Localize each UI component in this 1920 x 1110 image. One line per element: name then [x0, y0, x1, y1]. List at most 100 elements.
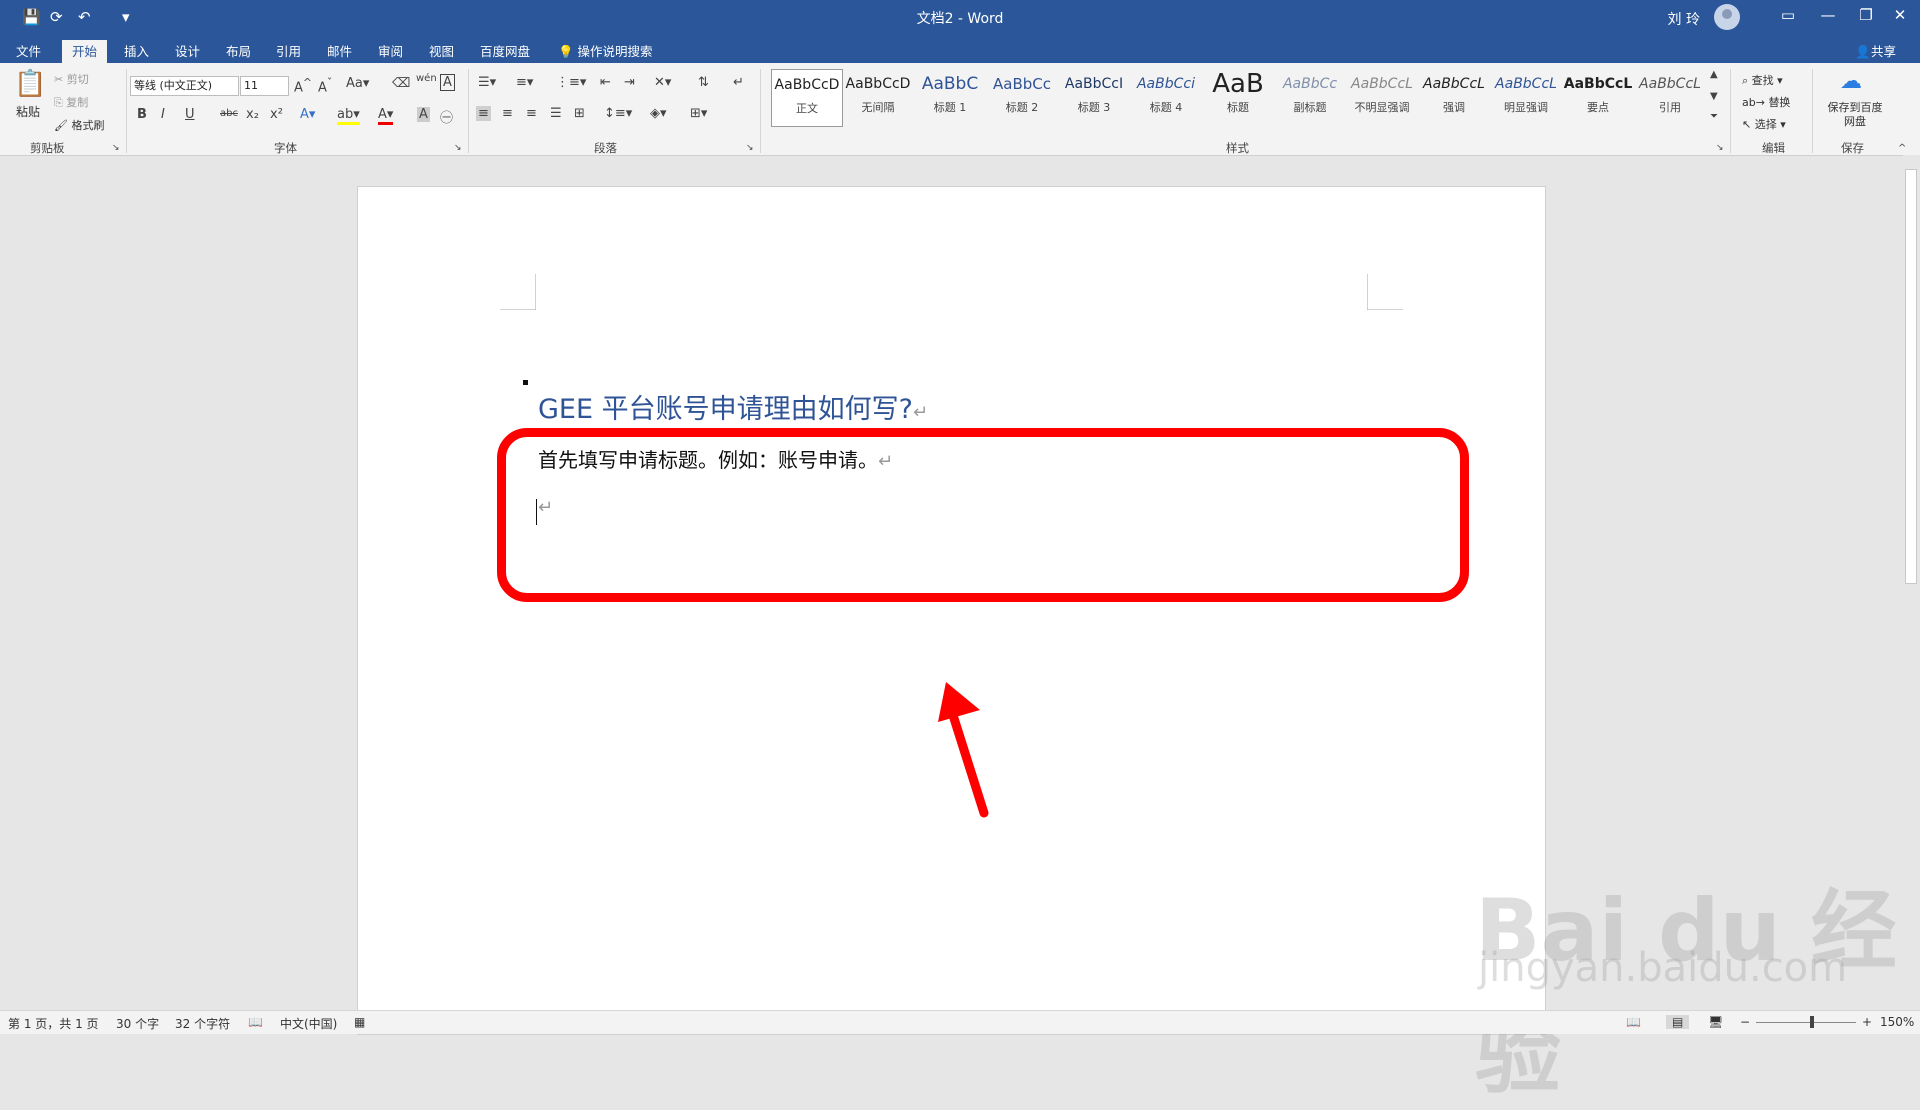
enclose-characters-icon[interactable]: ㊀ [440, 107, 453, 126]
styles-dialog-launcher-icon[interactable]: ↘ [1716, 143, 1724, 153]
zoom-out-icon[interactable]: − [1740, 1015, 1750, 1029]
font-name-select[interactable]: 等线 (中文正文) [130, 76, 239, 96]
style-heading-3[interactable]: AaBbCcI 标题 3 [1059, 69, 1129, 125]
zoom-slider-thumb[interactable] [1810, 1016, 1814, 1028]
align-left-icon[interactable]: ≡ [476, 106, 491, 121]
style-intense-emphasis[interactable]: AaBbCcL 明显强调 [1491, 69, 1561, 125]
increase-indent-icon[interactable]: ⇥ [624, 75, 635, 90]
asian-layout-icon[interactable]: ✕▾ [654, 75, 671, 90]
avatar[interactable] [1714, 4, 1740, 30]
align-right-icon[interactable]: ≡ [526, 106, 537, 121]
tab-review[interactable]: 审阅 [368, 40, 413, 63]
shading-icon[interactable]: ◈▾ [650, 106, 667, 121]
close-icon[interactable]: ✕ [1880, 6, 1920, 24]
justify-icon[interactable]: ☰ [550, 106, 562, 121]
document-heading[interactable]: GEE 平台账号申请理由如何写?↵ [538, 387, 928, 426]
style-subtle-emphasis[interactable]: AaBbCcL 不明显强调 [1347, 69, 1417, 125]
clear-formatting-icon[interactable]: ⌫ [392, 76, 410, 91]
collapse-ribbon-icon[interactable]: ^ [1898, 143, 1906, 154]
style-heading-4[interactable]: AaBbCci 标题 4 [1131, 69, 1201, 125]
subscript-icon[interactable]: x₂ [246, 107, 259, 122]
line-spacing-icon[interactable]: ↕≡▾ [604, 106, 632, 121]
distributed-icon[interactable]: ⊞ [574, 106, 585, 121]
bold-icon[interactable]: B [137, 107, 147, 122]
user-name[interactable]: 刘 玲 [1668, 9, 1700, 29]
tab-references[interactable]: 引用 [266, 40, 311, 63]
zoom-in-icon[interactable]: + [1862, 1015, 1872, 1029]
print-layout-icon[interactable]: ▤ [1666, 1015, 1690, 1029]
shrink-font-icon[interactable]: Aˇ [318, 76, 332, 95]
word-count[interactable]: 30 个字 [116, 1015, 159, 1032]
highlight-icon[interactable]: ab▾ [337, 107, 360, 125]
tab-baidu-netdisk[interactable]: 百度网盘 [470, 40, 540, 63]
style-quote[interactable]: AaBbCcL 引用 [1635, 69, 1705, 125]
text-effects-icon[interactable]: A▾ [300, 107, 315, 122]
replace-button[interactable]: ab→ 替换 [1742, 94, 1790, 110]
phonetic-guide-icon[interactable]: wén [416, 73, 437, 84]
tab-layout[interactable]: 布局 [216, 40, 261, 63]
paste-button[interactable]: 粘贴 [16, 103, 40, 120]
document-page[interactable]: GEE 平台账号申请理由如何写?↵ 首先填写申请标题。例如：账号申请。↵ ↵ [357, 186, 1546, 1035]
style-normal[interactable]: AaBbCcD 正文 [771, 69, 843, 127]
numbering-icon[interactable]: ≡▾ [516, 75, 533, 90]
scrollbar-thumb[interactable] [1905, 169, 1917, 584]
copy-button[interactable]: ⎘ 复制 [54, 94, 88, 110]
paste-icon[interactable]: 📋 [14, 69, 46, 99]
paragraph-dialog-launcher-icon[interactable]: ↘ [746, 143, 754, 153]
bullets-icon[interactable]: ☰▾ [478, 75, 496, 90]
cut-button[interactable]: ✂ 剪切 [54, 71, 89, 87]
tab-design[interactable]: 设计 [165, 40, 210, 63]
char-count[interactable]: 32 个字符 [175, 1015, 230, 1032]
format-painter-button[interactable]: 🖌 格式刷 [54, 117, 104, 133]
minimize-icon[interactable]: — [1808, 6, 1848, 24]
sort-icon[interactable]: ⇅ [698, 75, 709, 90]
read-mode-icon[interactable]: 📖 [1626, 1015, 1641, 1029]
page-count[interactable]: 第 1 页，共 1 页 [8, 1015, 99, 1032]
style-subtitle[interactable]: AaBbCc 副标题 [1275, 69, 1345, 125]
style-heading-2[interactable]: AaBbCc 标题 2 [987, 69, 1057, 125]
tab-file[interactable]: 文件 [6, 40, 51, 63]
dialog-launcher-icon[interactable]: ↘ [112, 143, 120, 153]
character-border-icon[interactable]: A [440, 74, 455, 91]
font-size-select[interactable]: 11 [240, 76, 289, 96]
tab-home[interactable]: 开始 [62, 40, 108, 63]
italic-icon[interactable]: I [161, 107, 165, 122]
show-marks-icon[interactable]: ↵ [733, 75, 744, 90]
style-title[interactable]: AaB 标题 [1203, 69, 1273, 125]
tab-view[interactable]: 视图 [419, 40, 464, 63]
find-button[interactable]: ⌕ 查找 ▾ [1742, 72, 1783, 88]
ribbon-display-icon[interactable]: ▭ [1768, 6, 1808, 24]
decrease-indent-icon[interactable]: ⇤ [600, 75, 611, 90]
style-heading-1[interactable]: AaBbC 标题 1 [915, 69, 985, 125]
strikethrough-icon[interactable]: abc [220, 108, 238, 119]
tell-me-search[interactable]: 💡 操作说明搜索 [548, 40, 663, 63]
style-strong[interactable]: AaBbCcL 要点 [1563, 69, 1633, 125]
grow-font-icon[interactable]: A^ [294, 76, 312, 95]
proofing-icon[interactable]: 📖 [248, 1015, 263, 1029]
style-emphasis[interactable]: AaBbCcL 强调 [1419, 69, 1489, 125]
tab-mailings[interactable]: 邮件 [317, 40, 362, 63]
baidu-cloud-icon[interactable]: ☁ [1840, 69, 1862, 94]
web-layout-icon[interactable]: 🖥 [1708, 1015, 1723, 1029]
language-status[interactable]: 中文(中国) [280, 1015, 337, 1032]
styles-scroll-down-icon[interactable]: ▼ [1710, 91, 1718, 102]
save-to-baidu-button[interactable]: 保存到百度网盘 [1826, 101, 1884, 129]
select-button[interactable]: ↖ 选择 ▾ [1742, 116, 1786, 132]
underline-icon[interactable]: U [185, 107, 195, 122]
font-color-icon[interactable]: A▾ [378, 107, 394, 125]
align-center-icon[interactable]: ≡ [502, 106, 513, 121]
macro-icon[interactable]: ▦ [354, 1015, 365, 1029]
superscript-icon[interactable]: x² [270, 107, 283, 122]
change-case-icon[interactable]: Aa▾ [346, 76, 369, 91]
share-button[interactable]: 👤共享 [1845, 40, 1906, 63]
tab-insert[interactable]: 插入 [114, 40, 159, 63]
character-shading-icon[interactable]: A [417, 107, 430, 122]
borders-icon[interactable]: ⊞▾ [690, 106, 707, 121]
style-no-spacing[interactable]: AaBbCcD 无间隔 [843, 69, 913, 125]
multilevel-list-icon[interactable]: ⋮≡▾ [556, 75, 586, 90]
font-dialog-launcher-icon[interactable]: ↘ [454, 143, 462, 153]
zoom-level[interactable]: 150% [1880, 1015, 1914, 1029]
zoom-slider[interactable] [1756, 1022, 1856, 1023]
styles-more-icon[interactable]: ⏷ [1710, 111, 1718, 122]
styles-scroll-up-icon[interactable]: ▲ [1710, 69, 1718, 80]
